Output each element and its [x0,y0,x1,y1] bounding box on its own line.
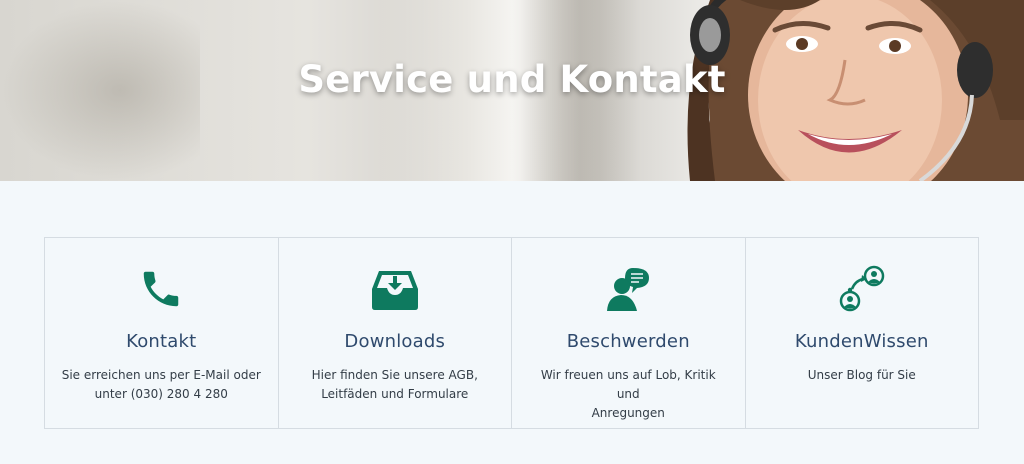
card-title[interactable]: Beschwerden [567,331,690,352]
card-downloads[interactable]: Downloads Hier finden Sie unsere AGB, Le… [279,238,512,428]
card-description: Unser Blog für Sie [762,366,962,385]
card-kundenwissen[interactable]: KundenWissen Unser Blog für Sie [746,238,979,428]
card-title[interactable]: Kontakt [126,331,196,352]
card-description-line: Sie erreichen uns per E-Mail oder [61,368,261,382]
speech-person-icon [603,264,653,314]
card-title[interactable]: Downloads [344,331,445,352]
card-description-line: Hier finden Sie unsere AGB, [311,368,478,382]
card-description-line: Leitfäden und Formulare [321,387,469,401]
service-cards: Kontakt Sie erreichen uns per E-Mail ode… [44,237,979,429]
card-beschwerden[interactable]: Beschwerden Wir freuen uns auf Lob, Krit… [512,238,746,428]
page-title: Service und Kontakt [298,58,726,101]
card-kontakt[interactable]: Kontakt Sie erreichen uns per E-Mail ode… [45,238,279,428]
card-description-line: Wir freuen uns auf Lob, Kritik und [540,368,716,401]
phone-icon [136,264,186,314]
hero-banner: Service und Kontakt [0,0,1024,181]
card-title[interactable]: KundenWissen [795,331,929,352]
card-description-line: unter (030) 280 4 280 [94,387,228,401]
card-description-line: Anregungen [591,406,665,420]
card-description: Hier finden Sie unsere AGB, Leitfäden un… [295,366,495,404]
card-description: Sie erreichen uns per E-Mail oder unter … [61,366,261,404]
card-description-line: Unser Blog für Sie [807,368,916,382]
card-description: Wir freuen uns auf Lob, Kritik und Anreg… [528,366,728,423]
user-exchange-icon [837,264,887,314]
inbox-download-icon [370,264,420,314]
